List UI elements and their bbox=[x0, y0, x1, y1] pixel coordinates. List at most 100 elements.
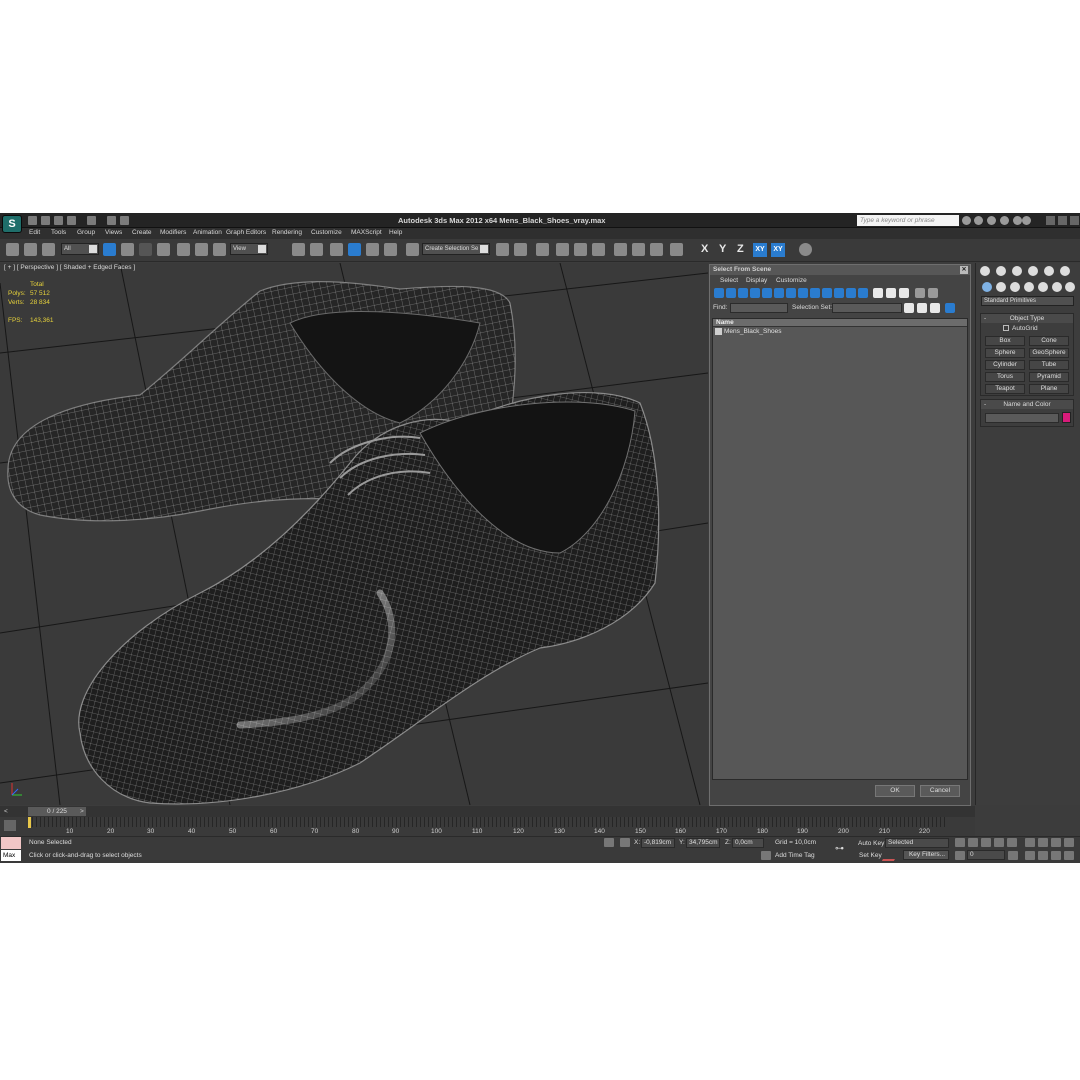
lock-selection-icon[interactable] bbox=[604, 838, 614, 847]
dialog-menu-customize[interactable]: Customize bbox=[776, 277, 807, 284]
menu-help[interactable]: Help bbox=[389, 229, 402, 236]
time-slider-handle[interactable]: 0 / 225 bbox=[28, 807, 86, 816]
torus-button[interactable]: Torus bbox=[985, 372, 1025, 382]
sphere-button[interactable]: Sphere bbox=[985, 348, 1025, 358]
key-filters-button[interactable]: Key Filters... bbox=[903, 850, 949, 860]
graphite-tools-icon[interactable] bbox=[556, 243, 569, 256]
menu-graph-editors[interactable]: Graph Editors bbox=[226, 229, 266, 236]
selection-set-remove-icon[interactable] bbox=[917, 303, 927, 313]
zoom-all-icon[interactable] bbox=[1038, 838, 1048, 847]
time-slider-next-icon[interactable]: > bbox=[80, 808, 84, 815]
rendered-frame-window-icon[interactable] bbox=[650, 243, 663, 256]
pan-view-icon[interactable] bbox=[1038, 851, 1048, 860]
select-invert-icon[interactable] bbox=[899, 288, 909, 298]
maxscript-listener-mini[interactable] bbox=[1, 837, 21, 849]
orbit-icon[interactable] bbox=[1051, 851, 1061, 860]
display-helpers-icon[interactable] bbox=[762, 288, 772, 298]
communication-icon[interactable] bbox=[1000, 216, 1009, 225]
snap-toggle-icon[interactable] bbox=[330, 243, 343, 256]
redo-icon[interactable] bbox=[87, 216, 96, 225]
hierarchy-tab-icon[interactable] bbox=[1012, 266, 1022, 276]
cancel-button[interactable]: Cancel bbox=[920, 785, 960, 797]
filter-options-icon[interactable] bbox=[928, 288, 938, 298]
primitive-category-dropdown[interactable]: Standard Primitives bbox=[981, 296, 1074, 306]
search-input[interactable]: Type a keyword or phrase bbox=[857, 215, 959, 226]
selection-set-add-icon[interactable] bbox=[930, 303, 940, 313]
set-key-button[interactable]: Set Key bbox=[859, 852, 882, 859]
select-move-icon[interactable] bbox=[177, 243, 190, 256]
dialog-menu-display[interactable]: Display bbox=[746, 277, 767, 284]
select-all-icon[interactable] bbox=[873, 288, 883, 298]
cameras-icon[interactable] bbox=[1024, 282, 1034, 292]
spacewarps-icon[interactable] bbox=[1052, 282, 1062, 292]
selection-set-dropdown[interactable] bbox=[832, 303, 902, 313]
menu-views[interactable]: Views bbox=[105, 229, 122, 236]
link-icon[interactable] bbox=[6, 243, 19, 256]
set-key-mode-icon[interactable]: ⊶ bbox=[835, 844, 849, 853]
cone-button[interactable]: Cone bbox=[1029, 336, 1069, 346]
systems-icon[interactable] bbox=[1065, 282, 1075, 292]
menu-maxscript[interactable]: MAXScript bbox=[351, 229, 382, 236]
menu-animation[interactable]: Animation bbox=[193, 229, 222, 236]
go-to-start-icon[interactable] bbox=[955, 838, 965, 847]
filter-icon[interactable] bbox=[915, 288, 925, 298]
helpers-icon[interactable] bbox=[1038, 282, 1048, 292]
shapes-icon[interactable] bbox=[996, 282, 1006, 292]
name-and-color-header[interactable]: Name and Color bbox=[981, 400, 1073, 409]
app-logo-button[interactable]: S bbox=[2, 215, 22, 233]
zoom-icon[interactable] bbox=[1025, 838, 1035, 847]
named-selection-set-dropdown[interactable]: Create Selection Se bbox=[422, 243, 490, 255]
display-all-icon[interactable] bbox=[858, 288, 868, 298]
menu-rendering[interactable]: Rendering bbox=[272, 229, 302, 236]
utilities-tab-icon[interactable] bbox=[1060, 266, 1070, 276]
play-icon[interactable] bbox=[981, 838, 991, 847]
maxscript-input[interactable]: Max bbox=[1, 850, 21, 861]
select-manipulate-icon[interactable] bbox=[310, 243, 323, 256]
select-object-icon[interactable] bbox=[103, 243, 116, 256]
lights-icon[interactable] bbox=[1010, 282, 1020, 292]
display-geometry-icon[interactable] bbox=[714, 288, 724, 298]
project-folder-icon[interactable] bbox=[120, 216, 129, 225]
cylinder-button[interactable]: Cylinder bbox=[985, 360, 1025, 370]
dialog-menu-select[interactable]: Select bbox=[720, 277, 738, 284]
axis-xy-button[interactable]: XY bbox=[753, 243, 767, 257]
minimize-window-button[interactable] bbox=[1046, 216, 1055, 225]
menu-modifiers[interactable]: Modifiers bbox=[160, 229, 186, 236]
modify-tab-icon[interactable] bbox=[996, 266, 1006, 276]
teapot-button[interactable]: Teapot bbox=[985, 384, 1025, 394]
display-bones-icon[interactable] bbox=[810, 288, 820, 298]
tube-button[interactable]: Tube bbox=[1029, 360, 1069, 370]
menu-edit[interactable]: Edit bbox=[29, 229, 40, 236]
display-hidden-icon[interactable] bbox=[846, 288, 856, 298]
mini-curve-editor-icon[interactable] bbox=[4, 820, 16, 831]
time-configuration-icon[interactable] bbox=[1008, 851, 1018, 860]
save-file-icon[interactable] bbox=[54, 216, 63, 225]
edit-named-selection-icon[interactable] bbox=[406, 243, 419, 256]
subscription-icon[interactable] bbox=[987, 216, 996, 225]
current-frame-field[interactable]: 0 bbox=[967, 850, 1005, 860]
pyramid-button[interactable]: Pyramid bbox=[1029, 372, 1069, 382]
render-teapot-icon[interactable] bbox=[799, 243, 812, 256]
add-time-tag[interactable]: Add Time Tag bbox=[775, 852, 815, 859]
render-production-icon[interactable] bbox=[670, 243, 683, 256]
angle-snap-icon[interactable] bbox=[348, 243, 361, 256]
display-frozen-icon[interactable] bbox=[834, 288, 844, 298]
spinner-snap-icon[interactable] bbox=[384, 243, 397, 256]
autogrid-checkbox[interactable]: AutoGrid bbox=[1003, 325, 1038, 332]
menu-customize[interactable]: Customize bbox=[311, 229, 342, 236]
zoom-extents-icon[interactable] bbox=[1051, 838, 1061, 847]
geosphere-button[interactable]: GeoSphere bbox=[1029, 348, 1069, 358]
reference-coordinate-dropdown[interactable]: View bbox=[230, 243, 268, 255]
display-shapes-icon[interactable] bbox=[726, 288, 736, 298]
time-slider[interactable]: < 0 / 225 > bbox=[0, 806, 975, 817]
layer-manager-icon[interactable] bbox=[536, 243, 549, 256]
list-header-name[interactable]: Name bbox=[713, 319, 967, 327]
align-icon[interactable] bbox=[514, 243, 527, 256]
key-selection-dropdown[interactable]: Selected bbox=[885, 838, 949, 848]
display-xrefs-icon[interactable] bbox=[798, 288, 808, 298]
field-of-view-icon[interactable] bbox=[1025, 851, 1035, 860]
mirror-icon[interactable] bbox=[496, 243, 509, 256]
pivot-center-icon[interactable] bbox=[292, 243, 305, 256]
key-mode-toggle-icon[interactable] bbox=[955, 851, 965, 860]
x-coord-field[interactable]: -0,819cm bbox=[641, 838, 675, 848]
